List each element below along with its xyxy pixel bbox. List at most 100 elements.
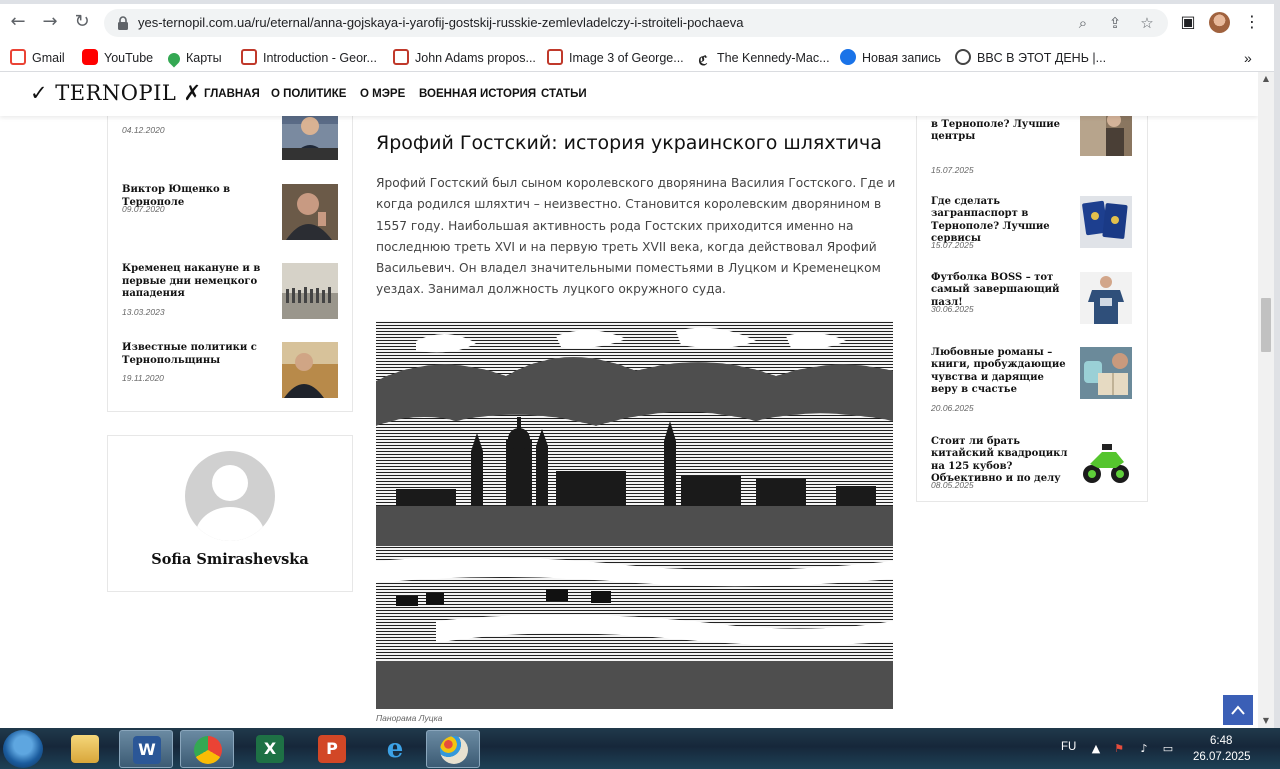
list-item[interactable]: Стоит ли брать китайский квадроцикл на 1… [931,436,1147,496]
taskbar-paint[interactable] [426,730,480,768]
bookmark-bbc[interactable]: BBC В ЭТОТ ДЕНЬ |... [955,48,1106,68]
clock-time[interactable]: 6:48 [1210,735,1232,747]
word-icon: W [133,736,161,764]
list-item[interactable]: Футболка BOSS – тот самый завершающий па… [931,272,1147,332]
bookmark-star-icon[interactable]: ☆ [1138,14,1156,32]
post-title[interactable]: Стоит ли брать китайский квадроцикл на 1… [931,436,1073,485]
start-button[interactable] [3,730,43,768]
browser-toolbar: ← → ↻ yes-ternopil.com.ua/ru/eternal/ann… [0,0,1280,44]
maps-icon [165,50,183,68]
post-thumbnail[interactable] [1080,436,1132,488]
menu-articles[interactable]: СТАТЬИ [541,88,587,100]
article-title: Ярофий Гостский: история украинского шля… [376,132,882,154]
zoom-icon[interactable]: ⌕ [1074,14,1092,32]
post-thumbnail[interactable] [282,342,338,398]
t-icon: ℭ [698,53,708,68]
menu-military-history[interactable]: ВОЕННАЯ ИСТОРИЯ [419,88,536,100]
menu-politics[interactable]: О ПОЛИТИКЕ [271,88,346,100]
post-date: 04.12.2020 [122,125,165,135]
post-title[interactable]: Кременец накануне и в первые дни немецко… [122,263,274,301]
article-paragraph: Ярофий Гостский был сыном королевского д… [376,176,896,297]
taskbar-ie[interactable]: e [368,730,422,768]
list-item[interactable]: Где сделать загранпаспорт в Тернополе? Л… [931,196,1147,256]
taskbar-word[interactable]: W [119,730,173,768]
post-thumbnail[interactable] [1080,196,1132,248]
page-scrollbar[interactable]: ▲ ▼ [1258,72,1274,728]
right-sidebar-widget: Где военные могут пройти реабилитацию в … [916,94,1148,502]
bookmark-introduction[interactable]: Introduction - Geor... [241,48,377,68]
clock-date[interactable]: 26.07.2025 [1193,751,1251,763]
ie-icon: e [386,734,404,764]
post-title[interactable]: Любовные романы – книги, пробуждающие чу… [931,347,1073,396]
post-title[interactable]: Где сделать загранпаспорт в Тернополе? Л… [931,196,1073,245]
bookmark-john-adams[interactable]: John Adams propos... [393,48,536,68]
author-avatar[interactable] [185,451,275,541]
list-item[interactable]: Любовные романы – книги, пробуждающие чу… [931,347,1147,413]
taskbar-excel[interactable]: X [243,730,297,768]
post-date: 08.05.2025 [931,480,974,490]
scroll-to-top-button[interactable] [1223,695,1253,725]
share-icon[interactable]: ⇪ [1106,14,1124,32]
scroll-up-arrow-icon[interactable]: ▲ [1258,72,1274,86]
site-header: ✓ TERNOPIL ✗ ГЛАВНАЯ О ПОЛИТИКЕ О МЭРЕ В… [0,72,1258,116]
tab-strip [0,0,1280,4]
globe-icon [955,49,971,65]
doc-icon [393,49,409,65]
post-thumbnail[interactable] [1080,347,1132,399]
bookmark-image3[interactable]: Image 3 of George... [547,48,684,68]
post-date: 30.06.2025 [931,304,974,314]
taskbar-chrome[interactable] [180,730,234,768]
bookmark-new-post[interactable]: Новая запись [840,48,941,68]
site-logo[interactable]: ✓ TERNOPIL ✗ [30,81,202,105]
tray-alert-icon[interactable]: ⚑ [1112,742,1126,756]
post-date: 19.11.2020 [122,373,164,383]
network-icon[interactable]: ▭ [1161,742,1175,756]
chrome-icon [194,736,222,764]
profile-avatar[interactable] [1209,12,1230,33]
bookmark-youtube[interactable]: YouTube [82,48,153,68]
window-edge [1274,0,1280,769]
tray-expand-icon[interactable]: ▲ [1089,742,1103,756]
excel-icon: X [256,735,284,763]
list-item[interactable]: Виктор Ющенко в Тернополе 09.07.2020 [122,184,344,244]
post-date: 20.06.2025 [931,403,974,413]
post-thumbnail[interactable] [1080,272,1132,324]
post-thumbnail[interactable] [282,184,338,240]
post-date: 09.07.2020 [122,204,165,214]
folder-icon [71,735,99,763]
bookmarks-overflow-icon[interactable]: » [1244,48,1252,68]
side-panel-icon[interactable]: ▣ [1178,12,1198,32]
menu-home[interactable]: ГЛАВНАЯ [204,88,260,100]
left-sidebar-widget: мэры Тернополя 04.12.2020 Виктор Ющенко … [107,102,353,412]
post-date: 15.07.2025 [931,240,974,250]
list-item[interactable]: Известные политики с Тернопольщины 19.11… [122,342,344,402]
bookmark-maps[interactable]: Карты [165,48,222,68]
author-name[interactable]: Sofia Smirashevska [108,551,352,568]
back-icon[interactable]: ← [8,12,28,32]
menu-dots-icon[interactable]: ⋮ [1242,12,1262,32]
url-text[interactable]: yes-ternopil.com.ua/ru/eternal/anna-gojs… [138,15,743,30]
bookmarks-bar: Gmail YouTube Карты Introduction - Geor.… [0,44,1280,72]
reload-icon[interactable]: ↻ [72,12,92,32]
lock-icon[interactable] [116,15,130,31]
scroll-down-arrow-icon[interactable]: ▼ [1258,714,1274,728]
address-bar[interactable]: yes-ternopil.com.ua/ru/eternal/anna-gojs… [104,9,1168,37]
volume-icon[interactable]: ♪ [1137,742,1151,756]
taskbar-powerpoint[interactable]: P [305,730,359,768]
bookmark-gmail[interactable]: Gmail [10,48,65,68]
language-indicator[interactable]: FU [1061,741,1076,753]
post-date: 15.07.2025 [931,165,974,175]
list-item[interactable]: Кременец накануне и в первые дни немецко… [122,263,344,323]
windows-taskbar: W X P e FU ▲ ⚑ ♪ ▭ 6:48 26.07.2025 [0,728,1280,769]
youtube-icon [82,49,98,65]
post-thumbnail[interactable] [282,263,338,319]
menu-mayor[interactable]: О МЭРЕ [360,88,405,100]
post-date: 13.03.2023 [122,307,165,317]
gmail-icon [10,49,26,65]
forward-icon[interactable]: → [40,12,60,32]
bookmark-kennedy[interactable]: ℭ The Kennedy-Mac... [695,48,829,68]
taskbar-explorer[interactable] [58,730,112,768]
scrollbar-thumb[interactable] [1261,298,1271,352]
article-image [376,321,893,709]
post-title[interactable]: Известные политики с Тернопольщины [122,342,274,367]
